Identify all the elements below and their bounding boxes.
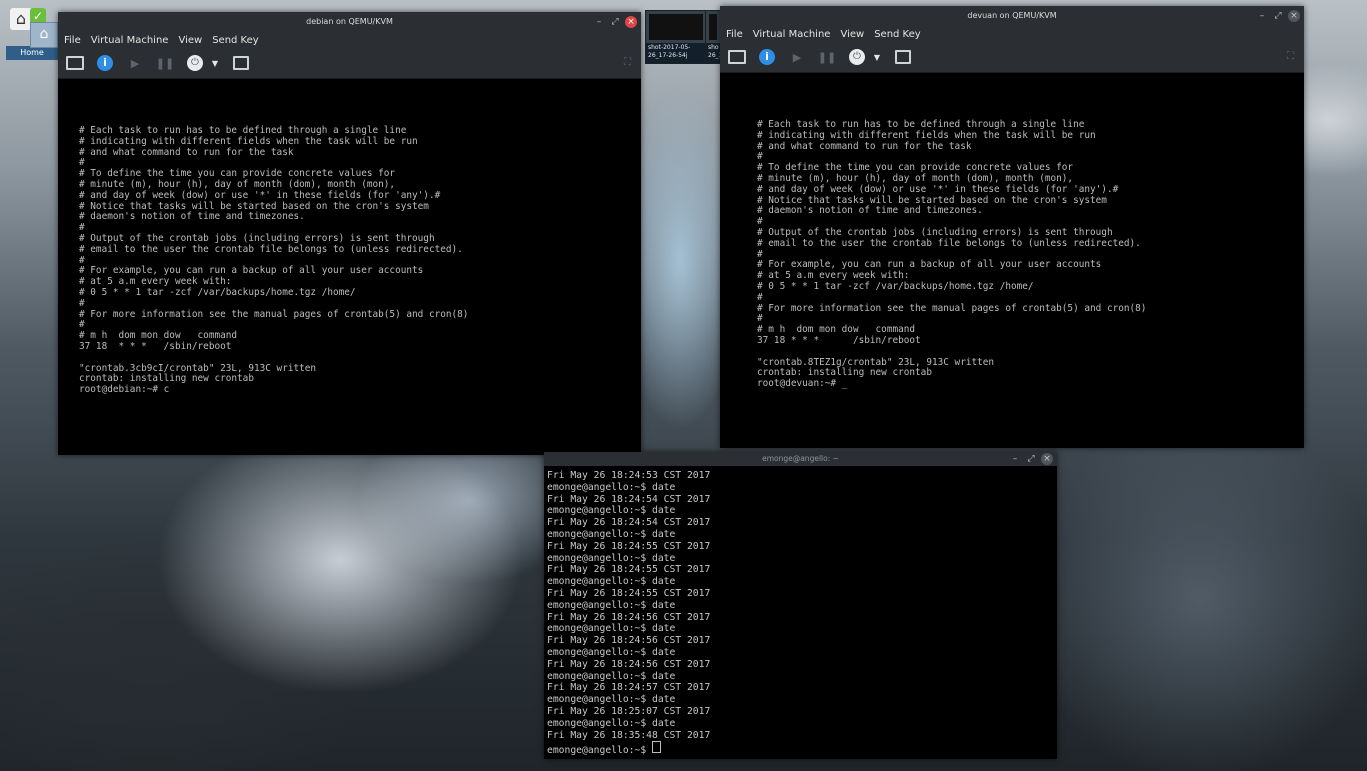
window-title: devuan on QEMU/KVM: [967, 11, 1057, 20]
vm-console[interactable]: # Each task to run has to be defined thr…: [720, 73, 1304, 448]
details-button[interactable]: i: [758, 48, 776, 66]
console-view-button[interactable]: [66, 54, 84, 72]
pause-button[interactable]: ❚❚: [156, 54, 174, 72]
desktop-thumbnail-2[interactable]: sho 26_1: [705, 10, 721, 64]
run-button[interactable]: ▶: [788, 48, 806, 66]
thumbnail-caption: sho 26_1: [706, 43, 720, 63]
menu-virtual-machine[interactable]: Virtual Machine: [91, 35, 169, 46]
window-titlebar[interactable]: emonge@angello: ~ – ⤢ ×: [544, 452, 1057, 466]
pause-icon: ❚❚: [817, 50, 837, 64]
menu-virtual-machine[interactable]: Virtual Machine: [753, 29, 831, 40]
console-view-button[interactable]: [728, 48, 746, 66]
menu-bar: File Virtual Machine View Send Key: [58, 32, 641, 48]
maximize-button[interactable]: ⤢: [609, 16, 621, 28]
window-title: emonge@angello: ~: [762, 454, 839, 463]
pause-button[interactable]: ❚❚: [818, 48, 836, 66]
chevron-down-icon: ▼: [873, 52, 881, 62]
close-button[interactable]: ×: [1041, 453, 1053, 465]
terminal-text: Fri May 26 18:24:53 CST 2017 emonge@ange…: [547, 470, 711, 757]
terminal-window[interactable]: emonge@angello: ~ – ⤢ × Fri May 26 18:24…: [544, 452, 1057, 759]
fullscreen-icon[interactable]: ⛶: [624, 57, 631, 68]
power-icon: ⏻: [849, 49, 865, 65]
chevron-down-icon: ▼: [211, 58, 219, 68]
home-label: Home: [6, 46, 58, 60]
vm-toolbar: i ▶ ❚❚ ⏻ ▼ ⛶: [58, 48, 641, 79]
monitor-icon: [728, 50, 746, 64]
shutdown-menu-button[interactable]: ▼: [210, 54, 220, 72]
vm-console[interactable]: # Each task to run has to be defined thr…: [58, 79, 641, 455]
menu-send-key[interactable]: Send Key: [212, 35, 259, 46]
minimize-button[interactable]: –: [1256, 10, 1268, 22]
snapshot-icon: [895, 50, 911, 64]
snapshot-icon: [233, 56, 249, 70]
menu-bar: File Virtual Machine View Send Key: [720, 26, 1304, 42]
minimize-button[interactable]: –: [1009, 453, 1021, 465]
terminal-cursor: [651, 741, 661, 754]
thumbnail-caption: shot-2017-05-26_17-26-54j: [646, 43, 706, 63]
window-title: debian on QEMU/KVM: [306, 17, 393, 26]
maximize-button[interactable]: ⤢: [1025, 453, 1037, 465]
details-button[interactable]: i: [96, 54, 114, 72]
play-icon: ▶: [792, 50, 802, 64]
terminal-output[interactable]: Fri May 26 18:24:53 CST 2017 emonge@ange…: [544, 466, 1057, 759]
shutdown-button[interactable]: ⏻: [848, 48, 866, 66]
info-icon: i: [97, 55, 113, 71]
close-button[interactable]: ×: [1288, 10, 1300, 22]
fullscreen-icon[interactable]: ⛶: [1287, 51, 1294, 62]
maximize-button[interactable]: ⤢: [1272, 10, 1284, 22]
console-text: # Each task to run has to be defined thr…: [757, 119, 1147, 390]
console-text: # Each task to run has to be defined thr…: [79, 125, 469, 396]
snapshots-button[interactable]: [894, 48, 912, 66]
debian-vm-window[interactable]: debian on QEMU/KVM – ⤢ × File Virtual Ma…: [58, 12, 641, 455]
shutdown-button[interactable]: ⏻: [186, 54, 204, 72]
play-icon: ▶: [130, 56, 140, 70]
menu-send-key[interactable]: Send Key: [874, 29, 921, 40]
info-icon: i: [759, 49, 775, 65]
close-button[interactable]: ×: [625, 16, 637, 28]
menu-view[interactable]: View: [178, 35, 202, 46]
vm-toolbar: i ▶ ❚❚ ⏻ ▼ ⛶: [720, 42, 1304, 73]
monitor-icon: [66, 56, 84, 70]
menu-file[interactable]: File: [726, 29, 743, 40]
snapshots-button[interactable]: [232, 54, 250, 72]
home-folder-icon[interactable]: ⌂: [30, 22, 58, 48]
window-titlebar[interactable]: devuan on QEMU/KVM – ⤢ ×: [720, 6, 1304, 26]
devuan-vm-window[interactable]: devuan on QEMU/KVM – ⤢ × File Virtual Ma…: [720, 6, 1304, 448]
window-titlebar[interactable]: debian on QEMU/KVM – ⤢ ×: [58, 12, 641, 32]
pause-icon: ❚❚: [155, 56, 175, 70]
menu-file[interactable]: File: [64, 35, 81, 46]
menu-view[interactable]: View: [840, 29, 864, 40]
home-icon: ⌂: [10, 8, 32, 30]
minimize-button[interactable]: –: [593, 16, 605, 28]
run-button[interactable]: ▶: [126, 54, 144, 72]
power-icon: ⏻: [187, 55, 203, 71]
shutdown-menu-button[interactable]: ▼: [872, 48, 882, 66]
desktop-thumbnail-1[interactable]: shot-2017-05-26_17-26-54j: [645, 10, 707, 64]
